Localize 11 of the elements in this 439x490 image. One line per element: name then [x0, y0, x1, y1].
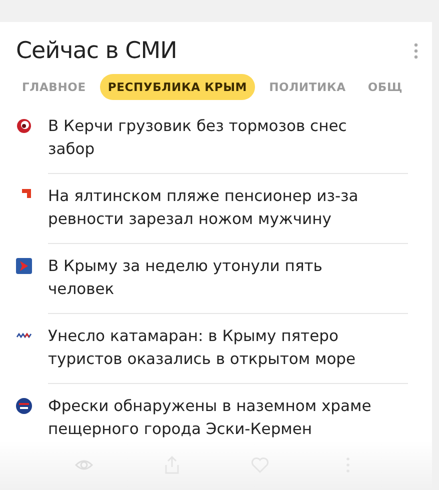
- news-headline[interactable]: На ялтинском пляже пенсионер из-за ревности зарезал ножом мужчину: [48, 185, 384, 231]
- news-headline[interactable]: Унесло катамаран: в Крыму пятеро туристов оказались в открытом море: [48, 325, 384, 371]
- heart-icon[interactable]: [250, 455, 270, 475]
- news-headline[interactable]: В Крыму за неделю утонули пять человек: [48, 255, 384, 301]
- more-icon[interactable]: [414, 42, 418, 60]
- category-tab[interactable]: РЕСПУБЛИКА КРЫМ: [100, 74, 256, 100]
- news-headline[interactable]: Фрески обнаружены в наземном храме пещерного города Эски-Кермен: [48, 395, 384, 441]
- news-headline[interactable]: В Керчи грузовик без тормозов снес забор: [48, 115, 384, 161]
- round-logo-icon: [16, 398, 32, 414]
- widget-title: Сейчас в СМИ: [16, 38, 177, 64]
- chevron-logo-icon: [16, 258, 32, 274]
